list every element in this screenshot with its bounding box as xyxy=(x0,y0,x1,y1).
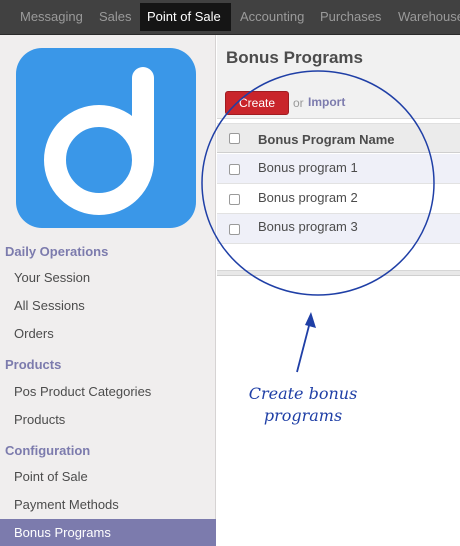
menu-sales[interactable]: Sales xyxy=(92,3,139,31)
sidebar-item-orders[interactable]: Orders xyxy=(0,320,216,347)
section-products: Products xyxy=(5,357,62,372)
sidebar-item-your-session[interactable]: Your Session xyxy=(0,264,216,291)
or-label: or xyxy=(293,96,304,110)
row-name: Bonus program 1 xyxy=(258,160,358,175)
menu-warehouse[interactable]: Warehouse xyxy=(391,3,460,31)
table-row[interactable]: Bonus program 3 xyxy=(217,214,460,244)
create-button[interactable]: Create xyxy=(225,91,289,115)
section-configuration: Configuration xyxy=(5,443,91,458)
top-menu-bar: Messaging Sales Point of Sale Accounting… xyxy=(0,0,460,35)
import-link[interactable]: Import xyxy=(308,95,345,109)
annotation-text: Create bonus programs xyxy=(228,383,378,427)
menu-point-of-sale[interactable]: Point of Sale xyxy=(140,3,231,31)
row-checkbox[interactable] xyxy=(229,224,240,235)
annotation-line-2: programs xyxy=(263,406,343,425)
section-daily-operations: Daily Operations xyxy=(5,244,109,259)
menu-accounting[interactable]: Accounting xyxy=(233,3,311,31)
select-all-checkbox[interactable] xyxy=(229,133,240,144)
sidebar-item-point-of-sale[interactable]: Point of Sale xyxy=(0,463,216,490)
column-header-name[interactable]: Bonus Program Name xyxy=(258,132,395,147)
row-checkbox[interactable] xyxy=(229,194,240,205)
row-name: Bonus program 3 xyxy=(258,219,358,234)
menu-messaging[interactable]: Messaging xyxy=(13,3,90,31)
control-panel: Bonus Programs Create or Import xyxy=(217,35,460,119)
page-title: Bonus Programs xyxy=(226,48,363,67)
sidebar-item-pos-product-categories[interactable]: Pos Product Categories xyxy=(0,378,216,405)
annotation-line-1: Create bonus xyxy=(248,384,358,403)
sidebar: Daily Operations Your Session All Sessio… xyxy=(0,35,216,546)
menu-purchases[interactable]: Purchases xyxy=(313,3,388,31)
sidebar-item-all-sessions[interactable]: All Sessions xyxy=(0,292,216,319)
sidebar-item-payment-methods[interactable]: Payment Methods xyxy=(0,491,216,518)
table-row[interactable]: Bonus program 2 xyxy=(217,184,460,214)
sidebar-item-bonus-programs[interactable]: Bonus Programs xyxy=(0,519,216,546)
main-content: Bonus Programs Create or Import Bonus Pr… xyxy=(217,35,460,546)
table-row[interactable]: Bonus program 1 xyxy=(217,154,460,184)
row-name: Bonus program 2 xyxy=(258,190,358,205)
list-footer-divider xyxy=(217,270,460,276)
row-checkbox[interactable] xyxy=(229,164,240,175)
list-header: Bonus Program Name xyxy=(217,123,460,153)
sidebar-item-products[interactable]: Products xyxy=(0,406,216,433)
app-logo-icon[interactable] xyxy=(16,48,196,228)
